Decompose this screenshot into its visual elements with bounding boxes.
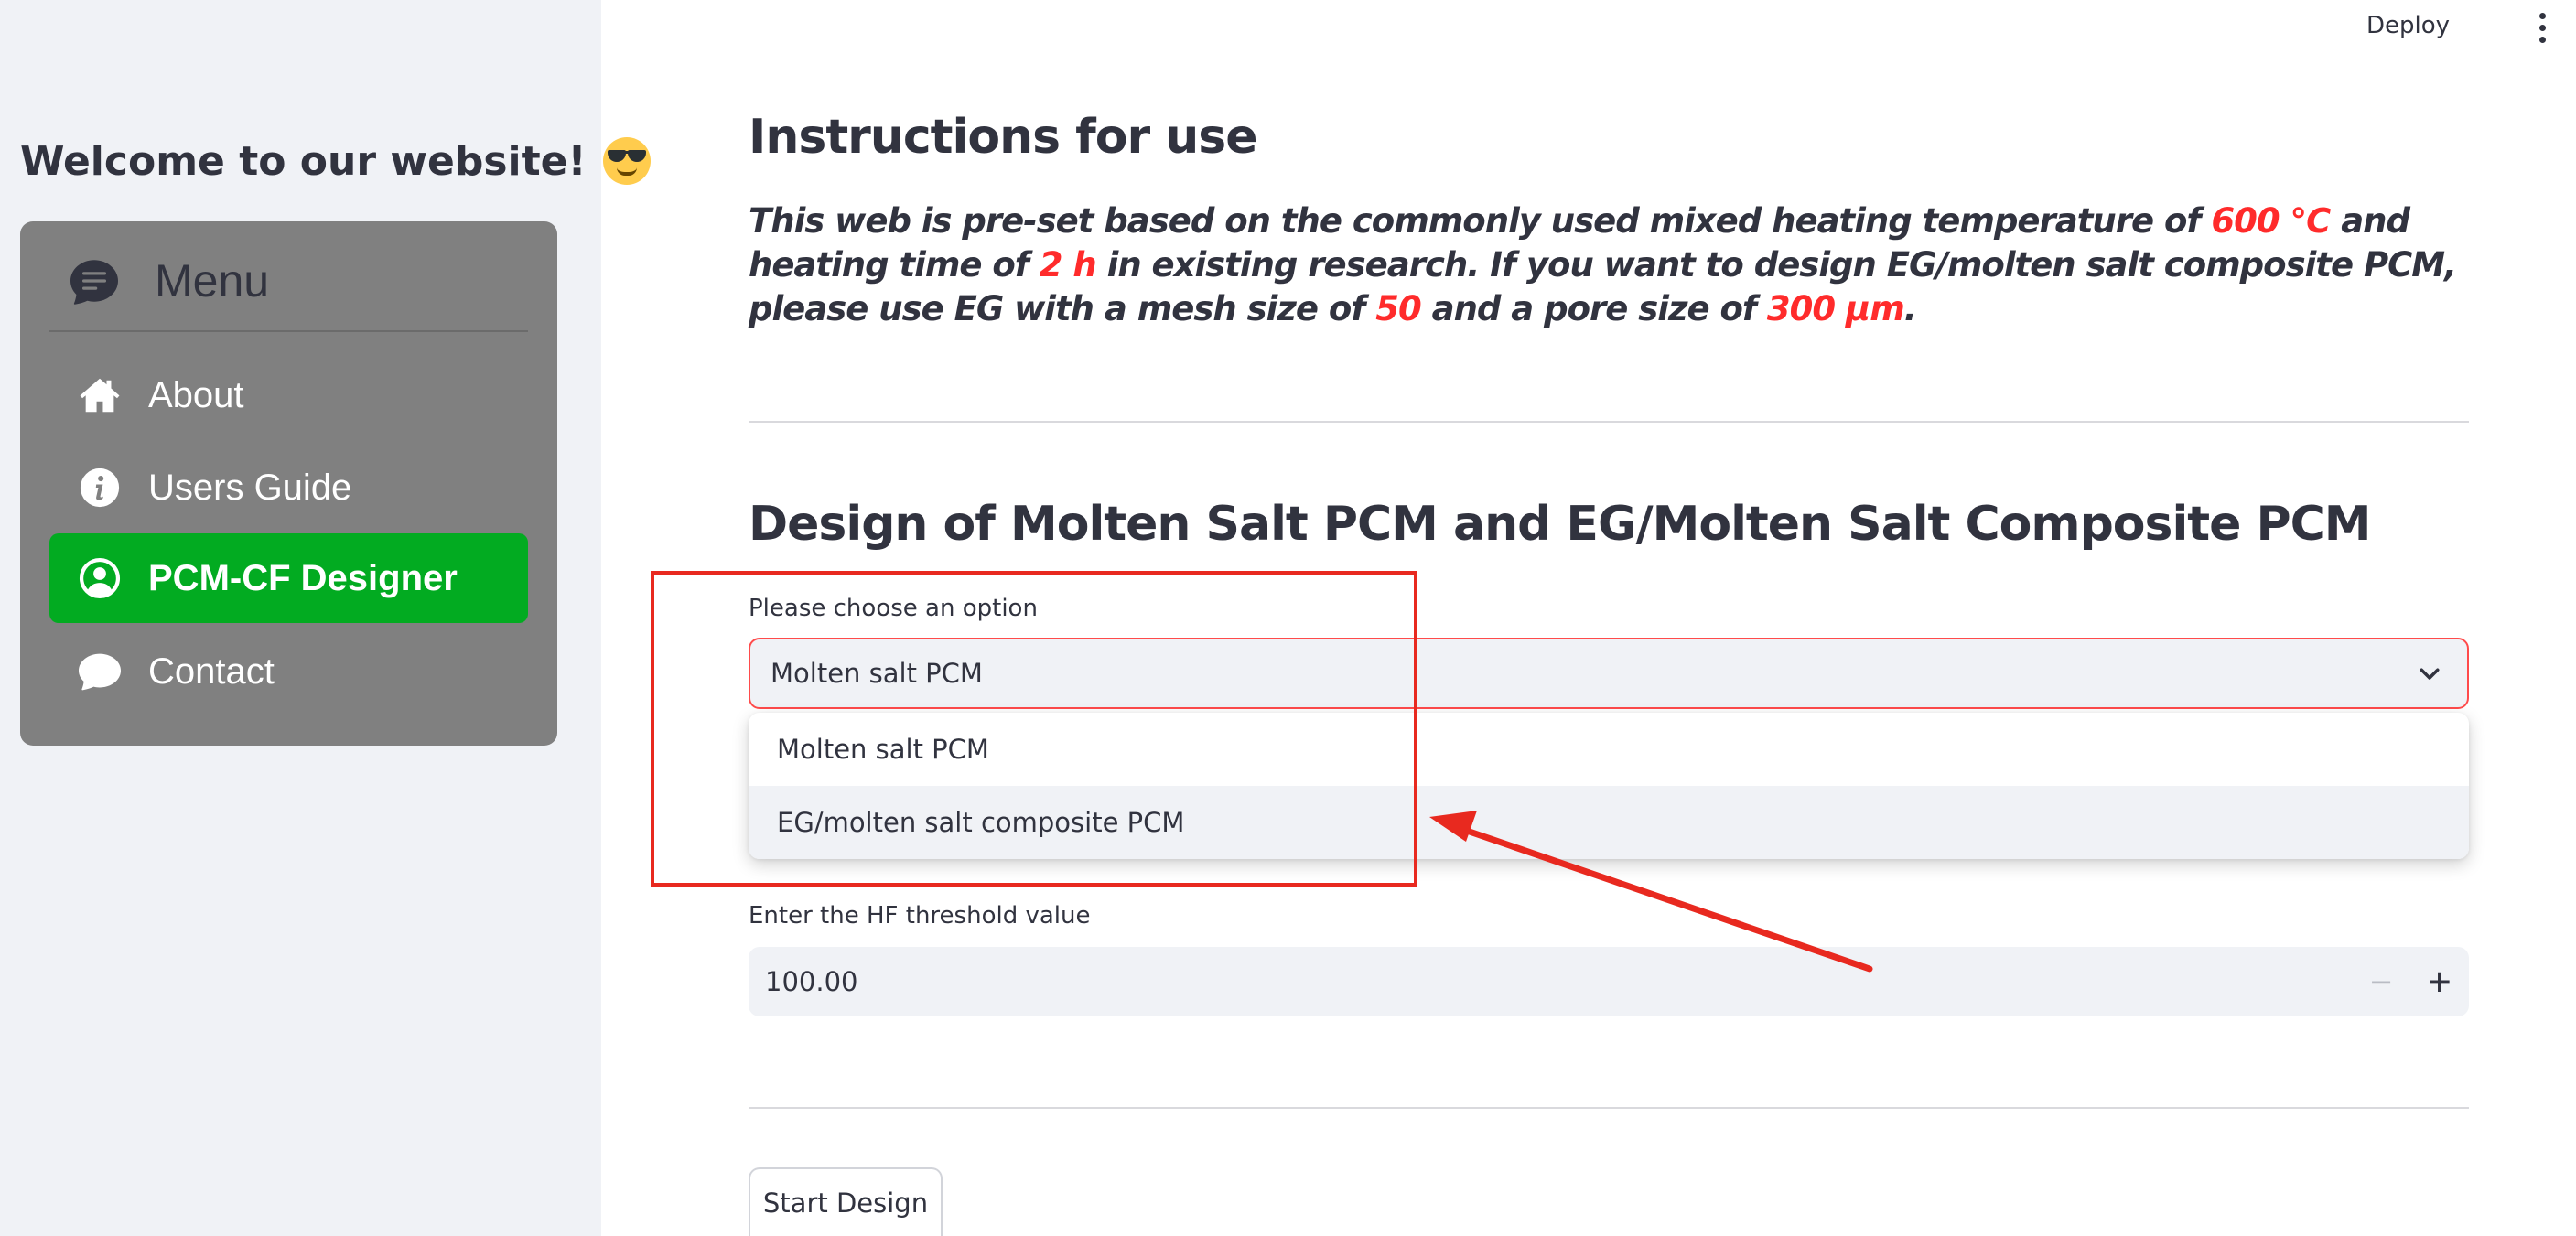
instructions-text: This web is pre-set based on the commonl… (749, 199, 2469, 331)
house-icon (80, 378, 120, 413)
sidebar: Welcome to our website! Menu About Users… (0, 0, 651, 1236)
sidebar-item-label: PCM-CF Designer (148, 557, 458, 598)
chevron-down-icon (2420, 668, 2440, 680)
more-options-icon[interactable] (2528, 9, 2556, 46)
deploy-button[interactable]: Deploy (2366, 7, 2450, 44)
decrement-button[interactable]: − (2352, 947, 2410, 1016)
chat-text-icon (70, 260, 118, 305)
pore-size-value: 300 μm (1766, 289, 1905, 328)
threshold-label: Enter the HF threshold value (749, 902, 1091, 930)
instructions-text-part: This web is pre-set based on the commonl… (749, 201, 2212, 241)
start-design-button[interactable]: Start Design (749, 1167, 943, 1236)
menu-divider (49, 330, 528, 332)
sidebar-item-label: Contact (148, 650, 275, 692)
sidebar-item-label: Users Guide (148, 467, 352, 508)
sidebar-item-label: About (148, 374, 244, 415)
design-title: Design of Molten Salt PCM and EG/Molten … (749, 497, 2372, 552)
heating-time-value: 2 h (1039, 245, 1097, 285)
annotation-highlight-box (651, 571, 1417, 887)
increment-button[interactable]: + (2410, 947, 2469, 1016)
chat-icon (79, 653, 121, 691)
instructions-title: Instructions for use (749, 110, 1257, 165)
threshold-value: 100.00 (765, 966, 858, 997)
sidebar-item-about[interactable]: About (49, 350, 528, 440)
divider (749, 1107, 2469, 1109)
menu-card: Menu About Users Guide PCM-CF Designer C… (20, 221, 557, 746)
hf-threshold-input[interactable]: 100.00 − + (749, 947, 2469, 1016)
divider (749, 421, 2469, 423)
welcome-heading: Welcome to our website! (20, 137, 651, 185)
sidebar-item-users-guide[interactable]: Users Guide (49, 443, 528, 532)
temperature-value: 600 ℃ (2211, 201, 2331, 241)
menu-title: Menu (155, 255, 270, 306)
instructions-text-part: and a pore size of (1420, 289, 1767, 328)
smiling-face-with-sunglasses-icon (602, 137, 651, 185)
welcome-text: Welcome to our website! (20, 137, 587, 185)
menu-header: Menu (70, 254, 269, 307)
mesh-size-value: 50 (1375, 289, 1421, 328)
person-circle-icon (79, 557, 121, 599)
sidebar-item-pcm-cf-designer[interactable]: PCM-CF Designer (49, 533, 528, 623)
instructions-text-part: . (1903, 289, 1917, 328)
sidebar-item-contact[interactable]: Contact (49, 627, 528, 716)
info-circle-icon (80, 468, 120, 508)
